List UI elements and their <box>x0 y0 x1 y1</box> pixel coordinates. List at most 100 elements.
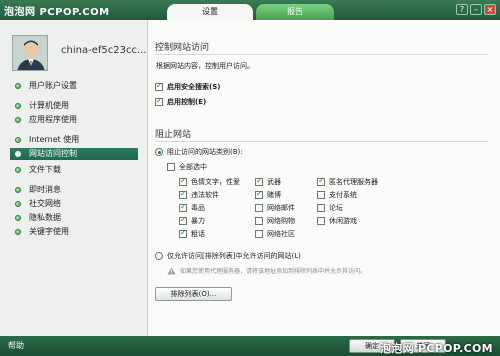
status-dot-icon <box>15 117 21 123</box>
category-checkbox[interactable]: 匿名代理服务器 <box>317 176 378 187</box>
close-icon[interactable]: × <box>484 4 496 15</box>
sidebar-item-social-networks[interactable]: 社交网络 <box>10 198 138 210</box>
status-dot-icon <box>15 103 21 109</box>
status-dot-icon <box>15 215 21 221</box>
category-label: 违法软件 <box>191 191 219 199</box>
radio-unselected-icon <box>155 252 163 260</box>
checkbox-unchecked-icon <box>317 204 325 212</box>
category-checkbox[interactable]: 支付系统 <box>317 190 357 200</box>
sidebar-item-label: 应用程序使用 <box>29 115 77 124</box>
section-description: 根据网站内容，控制用户访问。 <box>156 62 254 70</box>
category-checkbox[interactable]: 网络邮件 <box>255 203 295 213</box>
status-dot-icon <box>15 201 21 207</box>
allow-only-label: 仅允许访问[排除列表]中允许访问的网站(L) <box>167 252 301 260</box>
checkbox-unchecked-icon <box>317 217 325 225</box>
sidebar-item-web-access-control[interactable]: 网站访问控制 <box>10 148 138 160</box>
help-icon[interactable]: ? <box>456 4 468 15</box>
category-label: 毒品 <box>191 204 205 212</box>
status-dot-icon <box>15 151 21 157</box>
sidebar-item-internet-use[interactable]: Internet 使用 <box>10 134 138 146</box>
sidebar-item-instant-messaging[interactable]: 即时消息 <box>10 184 138 196</box>
checkbox-checked-icon <box>179 202 187 212</box>
safe-search-label: 启用安全搜索(S) <box>167 83 221 91</box>
main-panel: 控制网站访问 根据网站内容，控制用户访问。 启用安全搜索(S) 启用控制(E) … <box>148 20 500 336</box>
enable-control-checkbox[interactable]: 启用控制(E) <box>155 96 207 107</box>
user-avatar-icon <box>13 36 47 70</box>
sidebar-item-user-accounts[interactable]: 用户账户设置 <box>10 80 138 92</box>
category-checkbox[interactable]: 暴力 <box>179 215 205 226</box>
block-categories-label: 阻止访问的网站类别(B): <box>167 148 243 156</box>
sidebar-item-keyword-use[interactable]: 关键字使用 <box>10 226 138 238</box>
category-checkbox[interactable]: 论坛 <box>317 203 343 213</box>
sidebar-item-computer-use[interactable]: 计算机使用 <box>10 100 138 112</box>
avatar <box>12 35 48 71</box>
checkbox-checked-icon <box>255 189 263 199</box>
tab-settings[interactable]: 设置 <box>167 4 253 20</box>
category-label: 网络邮件 <box>267 204 295 212</box>
watermark-text: 泡泡网 PCPOP.COM <box>4 7 110 18</box>
divider <box>155 54 488 55</box>
block-categories-radio[interactable]: 阻止访问的网站类别(B): <box>155 147 243 157</box>
checkbox-unchecked-icon <box>255 217 263 225</box>
sidebar-item-label: 网站访问控制 <box>29 149 77 158</box>
category-label: 支付系统 <box>329 191 357 199</box>
checkbox-unchecked-icon <box>317 191 325 199</box>
category-checkbox[interactable]: 网络购物 <box>255 216 295 226</box>
sidebar-item-label: 社交网络 <box>29 199 61 208</box>
checkbox-checked-icon <box>179 189 187 199</box>
select-all-label: 全部选中 <box>179 163 207 171</box>
category-checkbox[interactable]: 色情文字，性爱 <box>179 176 240 187</box>
enable-control-label: 启用控制(E) <box>167 98 207 106</box>
proxy-warning: 如果您使用代理服务器，请将该地址添加到排除列表中并允许其访问。 <box>167 266 366 275</box>
sidebar-item-label: 用户账户设置 <box>29 81 77 90</box>
category-checkbox[interactable]: 网络社区 <box>255 229 295 239</box>
category-label: 匿名代理服务器 <box>329 178 378 186</box>
sidebar-item-private-data[interactable]: 隐私数据 <box>10 212 138 224</box>
sidebar-item-label: 即时消息 <box>29 185 61 194</box>
watermark-text: 泡泡网 PCPOP.COM <box>380 342 493 355</box>
sidebar: china-ef5c23cc... 用户账户设置 计算机使用 应用程序使用 In… <box>0 20 148 336</box>
checkbox-checked-icon <box>255 176 263 186</box>
warning-text: 如果您使用代理服务器，请将该地址添加到排除列表中并允许其访问。 <box>180 268 367 275</box>
sidebar-item-file-downloads[interactable]: 文件下载 <box>10 164 138 176</box>
category-checkbox[interactable]: 休闲游戏 <box>317 216 357 226</box>
sidebar-item-label: 隐私数据 <box>29 213 61 222</box>
minimize-icon[interactable]: – <box>470 4 482 15</box>
help-link[interactable]: 帮助 <box>8 340 24 351</box>
allow-only-radio[interactable]: 仅允许访问[排除列表]中允许访问的网站(L) <box>155 251 301 261</box>
checkbox-checked-icon <box>179 176 187 186</box>
sidebar-item-label: Internet 使用 <box>29 135 80 144</box>
category-checkbox[interactable]: 粗话 <box>179 228 205 239</box>
exclude-list-button[interactable]: 排除列表(O)... <box>155 287 232 301</box>
sidebar-item-app-use[interactable]: 应用程序使用 <box>10 114 138 126</box>
category-checkbox[interactable]: 违法软件 <box>179 189 219 200</box>
username: china-ef5c23cc... <box>61 45 147 56</box>
status-dot-icon <box>15 229 21 235</box>
category-label: 色情文字，性爱 <box>191 178 240 186</box>
checkbox-checked-icon <box>155 96 163 106</box>
category-checkbox[interactable]: 赌博 <box>255 189 281 200</box>
checkbox-checked-icon <box>155 81 163 91</box>
tab-reports[interactable]: 报告 <box>256 4 334 20</box>
category-label: 网络购物 <box>267 217 295 225</box>
title-bar: 泡泡网 PCPOP.COM 设置 报告 ? – × <box>0 0 500 20</box>
checkbox-unchecked-icon <box>167 163 175 171</box>
category-label: 暴力 <box>191 217 205 225</box>
radio-selected-icon <box>155 148 163 156</box>
category-label: 赌博 <box>267 191 281 199</box>
checkbox-checked-icon <box>317 176 325 186</box>
section-title-control-access: 控制网站访问 <box>155 43 210 53</box>
category-checkbox[interactable]: 毒品 <box>179 202 205 213</box>
sidebar-item-label: 计算机使用 <box>29 101 69 110</box>
category-label: 网络社区 <box>267 230 295 238</box>
status-dot-icon <box>15 83 21 89</box>
status-dot-icon <box>15 167 21 173</box>
safe-search-checkbox[interactable]: 启用安全搜索(S) <box>155 81 221 92</box>
select-all-checkbox[interactable]: 全部选中 <box>167 162 207 172</box>
category-checkbox[interactable]: 武器 <box>255 176 281 187</box>
category-label: 粗话 <box>191 230 205 238</box>
checkbox-unchecked-icon <box>255 230 263 238</box>
section-title-block-sites: 阻止网站 <box>155 130 192 140</box>
divider <box>155 141 488 142</box>
checkbox-checked-icon <box>179 228 187 238</box>
